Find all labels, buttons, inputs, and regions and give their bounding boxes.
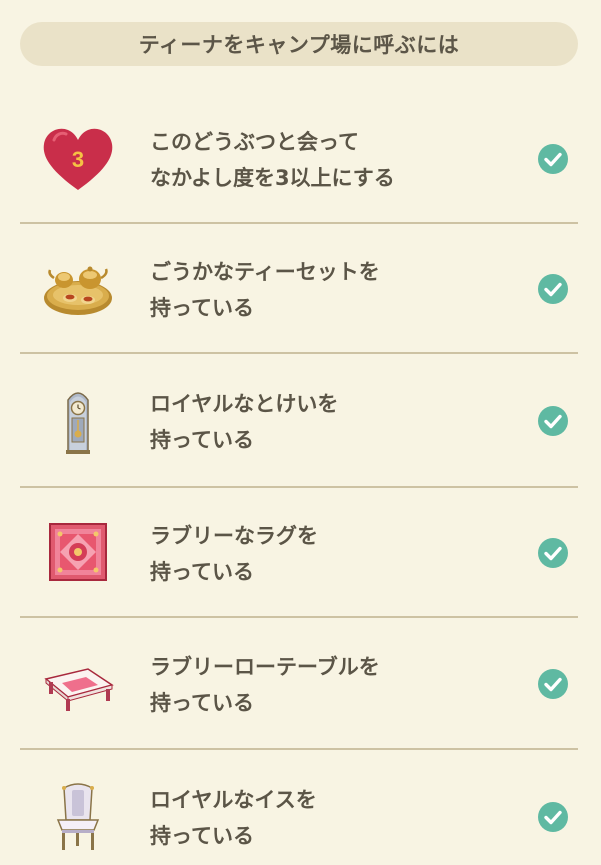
condition-line-2: 持っている [150,691,254,715]
condition-text: ラブリーなラグを 持っている [150,518,318,590]
condition-text: ロイヤルなイスを 持っている [150,782,317,854]
check-icon [538,144,568,174]
condition-row: ロイヤルなとけいを 持っている [20,354,578,486]
condition-line-1: ロイヤルなイスを [150,788,317,812]
check-icon [538,274,568,304]
condition-row: ごうかなティーセットを 持っている [20,224,578,352]
condition-line-2: なかよし度を3以上にする [150,166,395,190]
condition-text: ロイヤルなとけいを 持っている [150,386,338,458]
condition-line-1: ロイヤルなとけいを [150,392,339,416]
condition-line-2: 持っている [150,824,254,848]
title-banner: ティーナをキャンプ場に呼ぶには [20,22,578,66]
condition-line-1: ラブリーなラグを [150,524,318,548]
tea-set-icon [44,266,112,315]
condition-row: 3 このどうぶつと会って なかよし度を3以上にする [20,100,578,222]
page-title: ティーナをキャンプ場に呼ぶには [138,33,460,57]
condition-row: ラブリーローテーブルを 持っている [20,618,578,748]
condition-line-2: 持っている [150,296,254,320]
condition-line-2: 持っている [150,428,254,452]
check-icon [538,802,568,832]
check-icon [538,406,568,436]
condition-line-1: ごうかなティーセットを [150,260,380,284]
royal-clock-icon [66,392,90,454]
heart-number: 3 [72,147,84,172]
royal-chair-icon [56,783,100,850]
heart-icon: 3 [43,128,113,190]
condition-line-2: 持っている [150,560,254,584]
condition-text: ラブリーローテーブルを 持っている [150,649,380,721]
check-icon [538,669,568,699]
check-icon [538,538,568,568]
condition-line-1: このどうぶつと会って [150,130,359,154]
lovely-rug-icon [49,523,107,581]
condition-row: ロイヤルなイスを 持っている [20,750,578,865]
condition-text: ごうかなティーセットを 持っている [150,254,380,326]
lovely-low-table-icon [44,668,114,711]
condition-row: ラブリーなラグを 持っている [20,488,578,616]
condition-line-1: ラブリーローテーブルを [150,655,380,679]
condition-text: このどうぶつと会って なかよし度を3以上にする [150,124,395,196]
